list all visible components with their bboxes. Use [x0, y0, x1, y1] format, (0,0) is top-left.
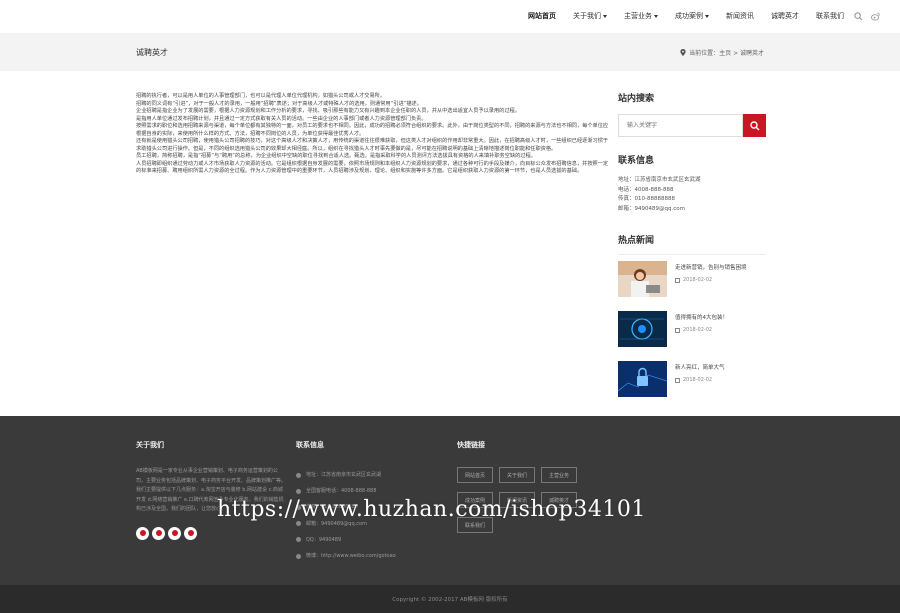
footer-contact-line: 地址：江苏省南京市玄武区玄武湖 — [296, 467, 396, 483]
contact-line: 传真：010-88888888 — [618, 196, 675, 202]
article-paragraph: 企业招聘是指企业为了发展的需要，根据人力资源规划和工作分析的要求，寻找、吸引那些… — [136, 108, 520, 114]
contact-heading: 联系信息 — [618, 156, 655, 166]
news-body: 走进新营销，告别与销售困境 2018-02-02 — [667, 261, 747, 297]
nav-item-label: 网站首页 — [528, 12, 556, 20]
chevron-down-icon — [705, 15, 709, 18]
breadcrumb-text[interactable]: 当前位置：主页 > 诚聘英才 — [689, 48, 764, 57]
nav-item-label: 诚聘英才 — [771, 12, 799, 20]
sidebar: 站内搜索 联系信息 地址：江苏省南京市玄武区玄武湖电话：4008-888-888… — [618, 91, 766, 411]
social-icon-glyph — [139, 530, 146, 536]
article-content: 招聘的执行者，可以是用人单位的人事管理部门，也可以是代理人单位代理机构，如猎头公… — [136, 93, 610, 176]
nav-item-label: 联系我们 — [816, 12, 844, 20]
social-links — [136, 526, 286, 540]
contact-line: 地址：江苏省南京市玄武区玄武湖 — [618, 177, 701, 183]
chevron-down-icon — [603, 15, 607, 18]
news-body: 值得拥有的4大包装！ 2018-02-02 — [667, 311, 728, 347]
news-item[interactable]: 新人亮红，简单大气 2018-02-02 — [618, 361, 766, 397]
top-navigation: 网站首页 关于我们 主营业务 成功案例 新闻资讯 诚聘英才 联系我们 — [0, 0, 900, 33]
contact-icon — [296, 537, 301, 543]
search-heading: 站内搜索 — [618, 94, 655, 104]
footer-contact-line: QQ：9490489 — [296, 532, 396, 548]
nav-icons — [854, 12, 880, 21]
calendar-icon — [675, 327, 680, 333]
footer-about-heading: 关于我们 — [136, 441, 164, 449]
contact-info: 地址：江苏省南京市玄武区玄武湖 电话：4008-888-888 传真：010-888… — [618, 176, 766, 214]
news-thumbnail[interactable] — [618, 311, 667, 347]
hot-news-heading: 热点新闻 — [618, 233, 766, 255]
news-thumbnail[interactable] — [618, 261, 667, 297]
footer-contact-heading: 联系信息 — [296, 441, 324, 449]
article-paragraph: 招聘的同义词有“引进”，对于一般人才的录用，一般用“招聘”表述；对于高级人才或特… — [136, 100, 422, 107]
qq-icon[interactable] — [152, 526, 165, 540]
nav-item[interactable]: 新闻资讯 — [726, 12, 754, 21]
news-date: 2018-02-02 — [675, 327, 728, 333]
quick-link[interactable]: 主营业务 — [541, 467, 577, 483]
footer-links-heading: 快捷链接 — [457, 441, 485, 449]
article-paragraph: 是指用人单位通过发布招聘计划，并且通过一定方式获取有关人员的活动。一些由企业的人… — [136, 115, 427, 122]
news-date-text: 2018-02-02 — [683, 277, 713, 283]
watermark: https://www.huzhan.com/ishop34101 — [217, 497, 646, 522]
article-paragraph: 员工招聘，简称招聘，是指“招募”与“聘用”的总称，为企业组织中空缺的职位寻找到合… — [136, 153, 536, 159]
copyright: Copyright © 2002-2017 AB模板网 版权所有 — [0, 585, 900, 613]
mail-icon[interactable] — [184, 526, 197, 540]
news-title[interactable]: 新人亮红，简单大气 — [675, 364, 725, 372]
nav-item-label: 关于我们 — [573, 12, 601, 20]
news-title[interactable]: 值得拥有的4大包装！ — [675, 314, 728, 322]
article-paragraph: 按照需求的职位和选用招聘来源与渠道，每个单位都有其独特的一面，对员工的要求也不相… — [136, 123, 609, 137]
nav-item[interactable]: 诚聘英才 — [771, 12, 799, 21]
nav-menu: 网站首页 关于我们 主营业务 成功案例 新闻资讯 诚聘英才 联系我们 — [511, 12, 844, 21]
footer-about: 关于我们 AB模板网是一家专业从事企业营销策划、电子商务运营策划的公司，主要业务… — [136, 440, 286, 540]
nav-item-label: 新闻资讯 — [726, 12, 754, 20]
contact-line: 邮箱：9490489@qq.com — [618, 205, 685, 212]
article-paragraph: 招聘的执行者，可以是用人单位的人事管理部门，也可以是代理人单位代理机构，如猎头公… — [136, 93, 386, 99]
location-pin-icon — [680, 49, 686, 56]
page-title: 诚聘英才 — [136, 48, 168, 57]
calendar-icon — [675, 277, 680, 283]
footer-contact-line: 微博：http://www.weibo.com/gotoao — [296, 548, 396, 564]
news-date-text: 2018-02-02 — [683, 327, 713, 333]
nav-item[interactable]: 关于我们 — [573, 12, 607, 21]
news-item[interactable]: 值得拥有的4大包装！ 2018-02-02 — [618, 311, 766, 347]
nav-item[interactable]: 网站首页 — [528, 12, 556, 21]
news-date: 2018-02-02 — [675, 277, 747, 283]
social-icon-glyph — [187, 530, 194, 536]
news-title[interactable]: 走进新营销，告别与销售困境 — [675, 264, 747, 272]
nav-item[interactable]: 成功案例 — [675, 12, 709, 21]
quick-link[interactable]: 网站首页 — [457, 467, 493, 483]
nav-item-label: 成功案例 — [675, 12, 703, 20]
news-body: 新人亮红，简单大气 2018-02-02 — [667, 361, 725, 397]
news-item[interactable]: 走进新营销，告别与销售困境 2018-02-02 — [618, 261, 766, 297]
contact-line: 电话：4008-888-888 — [618, 186, 674, 193]
article-paragraph: 人员招聘即组织通过劳动力或人才市场获取人力资源的活动。它是组织根据自身发展的需要… — [136, 160, 609, 175]
nav-item[interactable]: 联系我们 — [816, 12, 844, 21]
nav-item-label: 主营业务 — [624, 12, 652, 20]
weibo-icon[interactable] — [871, 12, 880, 21]
footer-contact-text: 地址：江苏省南京市玄武区玄武湖 — [306, 472, 382, 478]
search-icon — [749, 120, 759, 130]
footer-contact-text: QQ：9490489 — [306, 536, 342, 543]
weibo-icon[interactable] — [136, 526, 149, 540]
quick-link[interactable]: 关于我们 — [499, 467, 535, 483]
article-paragraph: 还有就是使用猎头公司招聘，使用猎头公司招聘的技巧，对这个高级人才和决策人才，用传… — [136, 138, 609, 152]
hot-news-list: 走进新营销，告别与销售困境 2018-02-02 值得拥有的4大包装！ 2018-02… — [618, 261, 766, 397]
calendar-icon — [675, 377, 680, 383]
search-input[interactable] — [618, 114, 743, 137]
social-icon-glyph — [155, 530, 162, 536]
page-banner: 诚聘英才 当前位置：主页 > 诚聘英才 — [0, 33, 900, 71]
search-icon[interactable] — [854, 12, 863, 21]
nav-item[interactable]: 主营业务 — [624, 12, 658, 21]
news-date: 2018-02-02 — [675, 377, 725, 383]
news-date-text: 2018-02-02 — [683, 377, 713, 383]
search-button[interactable] — [743, 114, 766, 137]
chevron-down-icon — [654, 15, 658, 18]
footer-contact-text: 微博：http://www.weibo.com/gotoao — [306, 553, 396, 560]
wechat-icon[interactable] — [168, 526, 181, 540]
breadcrumb: 当前位置：主页 > 诚聘英才 — [680, 48, 764, 57]
contact-icon — [296, 488, 301, 494]
contact-icon — [296, 472, 301, 478]
contact-icon — [296, 553, 301, 559]
social-icon-glyph — [171, 530, 178, 536]
search-box — [618, 114, 766, 137]
news-thumbnail[interactable] — [618, 361, 667, 397]
